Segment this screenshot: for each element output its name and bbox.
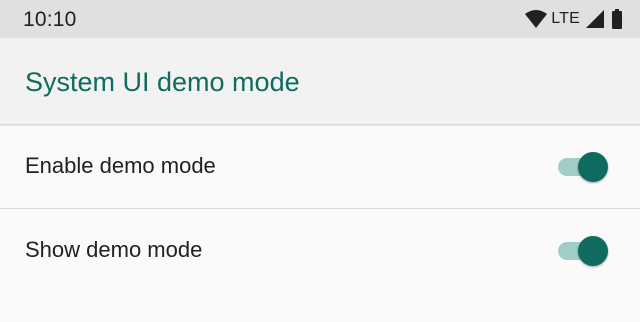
battery-icon: [612, 9, 622, 29]
setting-row-show-demo-mode[interactable]: Show demo mode: [0, 209, 640, 292]
toggle-thumb: [578, 236, 608, 266]
enable-demo-mode-toggle[interactable]: [556, 152, 612, 182]
status-bar: 10:10 LTE: [0, 0, 640, 38]
wifi-icon: [525, 10, 548, 28]
status-time: 10:10: [23, 8, 77, 31]
page-title: System UI demo mode: [25, 67, 300, 97]
status-icons: LTE: [525, 8, 622, 30]
toggle-thumb: [578, 152, 608, 182]
setting-label: Enable demo mode: [25, 153, 216, 178]
app-bar: System UI demo mode: [0, 38, 640, 125]
setting-row-enable-demo-mode[interactable]: Enable demo mode: [0, 125, 640, 209]
settings-list: Enable demo mode Show demo mode: [0, 125, 640, 292]
show-demo-mode-toggle[interactable]: [556, 236, 612, 266]
network-type-label: LTE: [551, 10, 580, 27]
setting-label: Show demo mode: [25, 237, 203, 262]
signal-icon: [586, 10, 604, 28]
